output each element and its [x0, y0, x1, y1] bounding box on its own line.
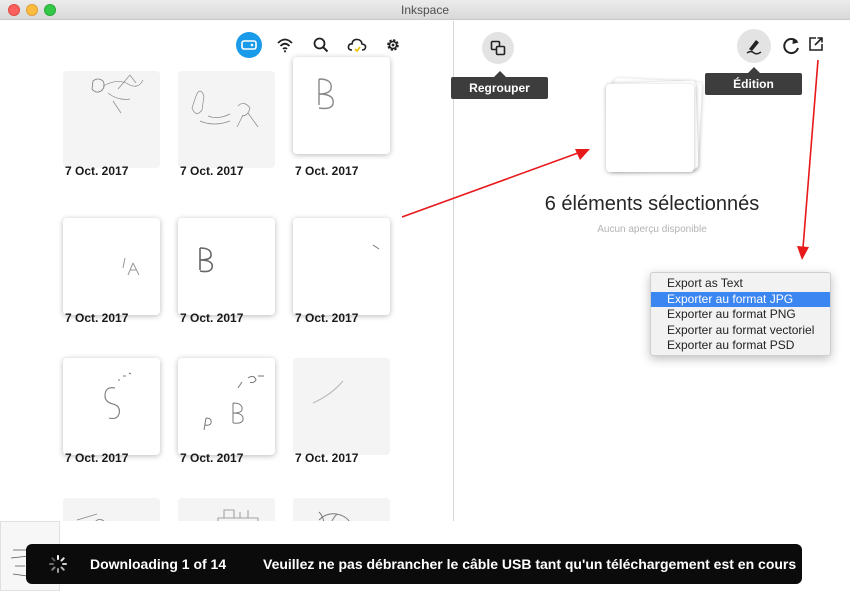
sketch-thumbnail[interactable] [293, 218, 390, 315]
usb-warning-text: Veuillez ne pas débrancher le câble USB … [263, 556, 797, 572]
edit-button[interactable] [737, 29, 771, 63]
item-date: 7 Oct. 2017 [65, 311, 129, 325]
device-icon[interactable] [236, 32, 262, 58]
sketch-thumbnail[interactable] [63, 498, 160, 521]
item-date: 7 Oct. 2017 [295, 451, 359, 465]
no-preview-label: Aucun aperçu disponible [597, 224, 707, 235]
menu-item-export-vector[interactable]: Exporter au format vectoriel [651, 323, 830, 339]
window-title: Inkspace [400, 3, 450, 17]
gallery-toolbar [236, 31, 406, 59]
item-date: 7 Oct. 2017 [65, 451, 129, 465]
edit-tooltip: Édition [705, 67, 802, 95]
sketch-thumbnail[interactable] [293, 57, 390, 154]
download-progress-text: Downloading 1 of 14 [90, 556, 227, 572]
item-date: 7 Oct. 2017 [65, 164, 129, 178]
gear-icon[interactable] [380, 32, 406, 58]
item-date: 7 Oct. 2017 [180, 164, 244, 178]
item-date: 7 Oct. 2017 [180, 311, 244, 325]
share-icon[interactable] [807, 35, 825, 53]
sketch-thumbnail[interactable] [293, 358, 390, 455]
group-icon [490, 40, 506, 56]
sketch-thumbnail[interactable] [293, 498, 390, 521]
sketch-thumbnail[interactable] [63, 71, 160, 168]
loading-spinner-icon [49, 555, 67, 573]
export-menu: Export as Text Exporter au format JPG Ex… [650, 272, 831, 356]
edit-pen-icon [746, 40, 762, 55]
sketch-thumbnail[interactable] [178, 358, 275, 455]
sketch-thumbnail[interactable] [178, 218, 275, 315]
menu-item-export-png[interactable]: Exporter au format PNG [651, 307, 830, 323]
download-toast: Downloading 1 of 14 Veuillez ne pas débr… [26, 544, 802, 584]
selection-stack-preview [606, 77, 703, 172]
wifi-icon[interactable] [272, 32, 298, 58]
cloud-sync-icon[interactable] [344, 32, 370, 58]
menu-item-export-jpg[interactable]: Exporter au format JPG [651, 291, 830, 307]
group-button[interactable] [482, 32, 514, 64]
item-date: 7 Oct. 2017 [295, 164, 359, 178]
menu-item-export-psd[interactable]: Exporter au format PSD [651, 338, 830, 354]
gallery-pane: 7 Oct. 2017 7 Oct. 2017 7 Oct. 2017 7 Oc… [0, 21, 453, 521]
group-tooltip: Regrouper [451, 71, 548, 99]
app-window: Inkspace 7 Oct. 2017 7 Oct. 2017 7 Oct. … [0, 0, 850, 602]
item-date: 7 Oct. 2017 [295, 311, 359, 325]
sketch-thumbnail[interactable] [178, 71, 275, 168]
menu-item-export-text[interactable]: Export as Text [651, 276, 830, 292]
redo-icon[interactable] [780, 34, 802, 56]
sketch-thumbnail[interactable] [63, 358, 160, 455]
selection-count-title: 6 éléments sélectionnés [544, 193, 760, 215]
detail-pane: Regrouper Édition 6 éléments sélectionné… [451, 21, 850, 521]
sketch-thumbnail[interactable] [178, 498, 275, 521]
title-bar: Inkspace [0, 0, 850, 20]
search-icon[interactable] [308, 32, 334, 58]
item-date: 7 Oct. 2017 [180, 451, 244, 465]
sketch-thumbnail[interactable] [63, 218, 160, 315]
